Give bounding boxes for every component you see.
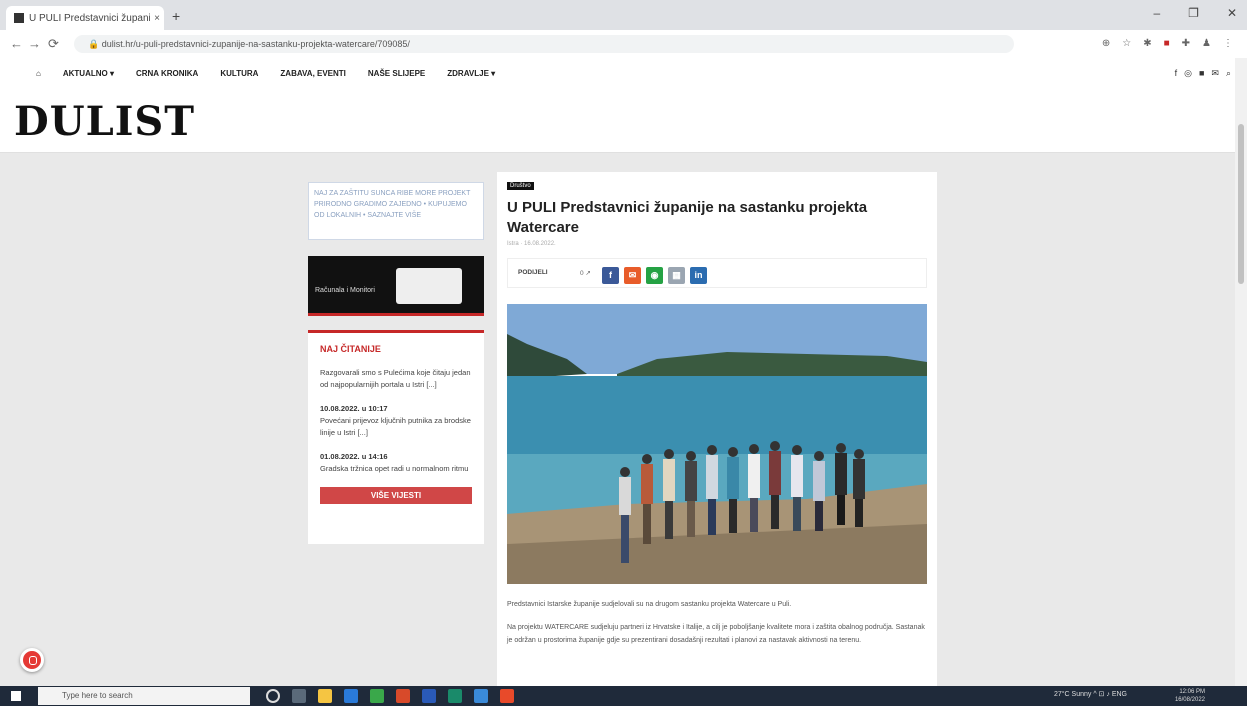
group-photo-image [507, 304, 927, 584]
zoom-icon[interactable]: ⊕ [1102, 38, 1110, 49]
profile-icon[interactable]: ♟ [1202, 38, 1211, 49]
share-facebook-button[interactable]: f [602, 267, 619, 284]
article-title: U PULI Predstavnici županije na sastanku… [507, 199, 868, 236]
article-body: Predstavnici Istarske županije sudjelova… [507, 598, 927, 657]
bookmark-star-icon[interactable]: ☆ [1122, 38, 1131, 49]
system-tray[interactable]: 27°C Sunny ^ ⊡ ♪ ENG [1054, 690, 1127, 698]
home-icon[interactable]: ⌂ [36, 69, 41, 78]
window-controls: – ❐ ✕ [1153, 6, 1237, 20]
computer-image-icon [396, 268, 462, 304]
share-print-button[interactable]: ▦ [668, 267, 685, 284]
taskbar-clock[interactable]: 12:06 PM 16/08/2022 [1175, 688, 1205, 704]
instagram-icon[interactable]: ◎ [1184, 68, 1192, 79]
maximize-icon[interactable]: ❐ [1188, 6, 1199, 20]
menu-kebab-icon[interactable]: ⋮ [1223, 38, 1233, 49]
address-bar: ← → ⟳ 🔒 dulist.hr/u-puli-predstavnici-zu… [0, 30, 1247, 59]
article-paragraph: Predstavnici Istarske županije sudjelova… [507, 601, 792, 608]
nav-item-zabava[interactable]: ZABAVA, EVENTI [280, 69, 345, 78]
reload-icon[interactable]: ⟳ [48, 36, 59, 52]
close-window-icon[interactable]: ✕ [1227, 6, 1237, 20]
widget-item[interactable]: Razgovarali smo s Pulećima koje čitaju j… [320, 367, 472, 391]
url-field[interactable]: 🔒 dulist.hr/u-puli-predstavnici-zupanije… [74, 35, 1014, 53]
widget-item-date: 10.08.2022. u 10:17 [320, 404, 388, 413]
share-count: 0 ↗ [580, 270, 591, 277]
site-logo[interactable]: DULIST [14, 98, 195, 145]
scrollbar-thumb[interactable] [1238, 124, 1244, 284]
app-icon[interactable] [370, 689, 384, 703]
new-tab-button[interactable]: + [172, 8, 180, 24]
widget-item[interactable]: 10.08.2022. u 10:17 Povećani prijevoz kl… [320, 403, 472, 439]
search-icon[interactable]: ⌕ [1226, 68, 1231, 79]
nav-item-kultura[interactable]: KULTURA [220, 69, 258, 78]
lock-icon: 🔒 [88, 39, 100, 49]
more-news-button[interactable]: VIŠE VIJESTI [320, 487, 472, 504]
minimize-icon[interactable]: – [1153, 6, 1160, 20]
site-navigation: ⌂ AKTUALNO ▾ CRNA KRONIKA KULTURA ZABAVA… [0, 58, 1247, 92]
mail-app-icon[interactable] [474, 689, 488, 703]
page-scrollbar[interactable] [1235, 58, 1247, 686]
widget-item-text: Razgovarali smo s Pulećima koje čitaju j… [320, 368, 471, 389]
taskbar-search-input[interactable]: Type here to search [38, 687, 250, 705]
forward-icon[interactable]: → [28, 36, 41, 51]
most-read-widget: NAJ ČITANIJE Razgovarali smo s Pulećima … [308, 330, 484, 544]
facebook-icon[interactable]: f [1175, 68, 1178, 79]
social-icons: f ◎ ■ ✉ ⌕ [1175, 68, 1231, 79]
youtube-icon[interactable]: ■ [1199, 68, 1204, 79]
edge-icon[interactable] [448, 689, 462, 703]
browser-tab-bar: U PULI Predstavnici županije n… × + – ❐ … [0, 0, 1247, 30]
os-taskbar: Type here to search 27°C Sunny ^ ⊡ ♪ ENG… [0, 686, 1247, 706]
store-icon[interactable] [344, 689, 358, 703]
browser-tab[interactable]: U PULI Predstavnici županije n… × [6, 6, 164, 30]
url-text: dulist.hr/u-puli-predstavnici-zupanije-n… [101, 39, 410, 49]
site-header: DULIST [0, 92, 1247, 153]
nav-item-aktualno[interactable]: AKTUALNO ▾ [63, 69, 114, 78]
sidebar-ad-computers[interactable]: Računala i Monitori [308, 256, 484, 316]
extension-icons: ⊕ ☆ ✱ ■ ✚ ♟ ⋮ [1102, 38, 1233, 49]
widget-item-date: 01.08.2022. u 14:16 [320, 452, 388, 461]
ad-caption: Računala i Monitori [315, 287, 375, 294]
article: Društvo U PULI Predstavnici županije na … [497, 172, 937, 686]
nav-item-zdravlje[interactable]: ZDRAVLJE ▾ [447, 69, 495, 78]
task-view-icon[interactable] [292, 689, 306, 703]
file-explorer-icon[interactable] [318, 689, 332, 703]
cortana-icon[interactable] [266, 689, 280, 703]
tab-close-icon[interactable]: × [150, 13, 164, 24]
widget-title: NAJ ČITANIJE [320, 344, 381, 354]
sidebar-ad-banner[interactable]: NAJ ZA ZAŠTITU SUNCA RIBE MORE PROJEKT P… [308, 182, 484, 240]
windows-start-icon[interactable] [11, 691, 21, 701]
extension-icon[interactable]: ✱ [1143, 38, 1151, 49]
chrome-icon[interactable] [500, 689, 514, 703]
adblock-icon[interactable]: ■ [1164, 38, 1170, 49]
nav-item-crna-kronika[interactable]: CRNA KRONIKA [136, 69, 198, 78]
word-icon[interactable] [422, 689, 436, 703]
back-icon[interactable]: ← [10, 36, 23, 51]
notification-bell-icon[interactable] [20, 648, 44, 672]
article-photo[interactable] [507, 304, 927, 584]
share-linkedin-button[interactable]: in [690, 267, 707, 284]
article-meta: Istra · 16.08.2022. [507, 241, 556, 247]
share-bar: PODIJELI 0 ↗ f ✉ ◉ ▦ in [507, 258, 927, 288]
main-menu: ⌂ AKTUALNO ▾ CRNA KRONIKA KULTURA ZABAVA… [36, 69, 495, 78]
widget-item-text: Povećani prijevoz ključnih putnika za br… [320, 416, 471, 437]
office-icon[interactable] [396, 689, 410, 703]
site-favicon-icon [14, 13, 24, 23]
mail-icon[interactable]: ✉ [1211, 68, 1219, 79]
widget-item[interactable]: 01.08.2022. u 14:16 Gradska tržnica opet… [320, 451, 472, 475]
share-email-button[interactable]: ✉ [624, 267, 641, 284]
ad-accent-strip [308, 313, 484, 316]
taskbar-apps [266, 689, 514, 703]
category-badge[interactable]: Društvo [507, 182, 534, 190]
nav-item-nase-slijepe[interactable]: NAŠE SLIJEPE [368, 69, 425, 78]
tab-title: U PULI Predstavnici županije n… [29, 12, 150, 24]
share-label: PODIJELI [518, 269, 548, 276]
puzzle-icon[interactable]: ✚ [1182, 38, 1190, 49]
article-paragraph: Na projektu WATERCARE sudjeluju partneri… [507, 624, 925, 644]
share-whatsapp-button[interactable]: ◉ [646, 267, 663, 284]
widget-item-text: Gradska tržnica opet radi u normalnom ri… [320, 464, 469, 473]
